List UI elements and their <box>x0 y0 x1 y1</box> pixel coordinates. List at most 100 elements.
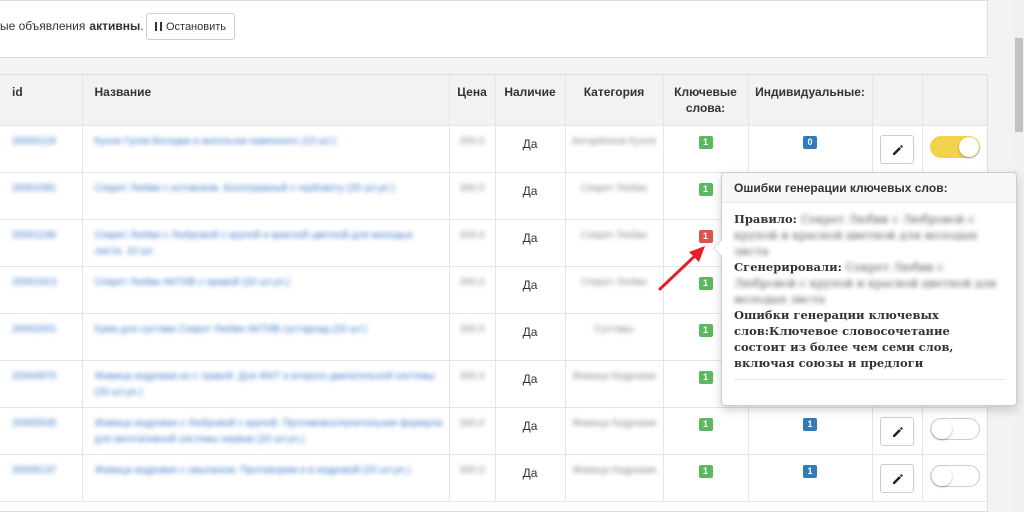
header-toggle <box>922 75 987 126</box>
stop-button[interactable]: Остановить <box>146 13 235 40</box>
active-toggle[interactable] <box>930 464 980 487</box>
popover-generated: Сгенерировали: Секрет Любви с Любровой с… <box>734 259 1004 307</box>
edit-button[interactable] <box>880 134 914 164</box>
row-category: Ангарбском Кухня <box>572 135 656 147</box>
row-id-link[interactable]: 20005137 <box>12 463 76 479</box>
popover-divider <box>734 379 1004 380</box>
popover-generated-label: Сгенерировали: <box>734 260 842 274</box>
row-stock: Да <box>522 277 538 292</box>
cell-id: 20005137 <box>0 454 83 502</box>
cell-category: Суставы <box>565 313 664 361</box>
pause-icon <box>154 22 162 31</box>
row-name-link[interactable]: Кума для сустава Секрет Любви АКТИВ суст… <box>95 322 443 338</box>
cell-stock: Да <box>495 360 566 408</box>
row-price: 300.0 <box>459 276 485 288</box>
keywords-badge[interactable]: 1 <box>698 370 713 384</box>
cell-keywords: 1 <box>663 454 749 502</box>
cell-stock: Да <box>495 172 566 220</box>
cell-id: 20004975 <box>0 360 83 408</box>
cell-keywords: 1 <box>663 407 749 455</box>
row-name-link[interactable]: Секрет Любви АКТИВ с правой (20 шт.уп.) <box>95 275 443 291</box>
row-stock: Да <box>522 136 538 151</box>
header-price[interactable]: Цена <box>449 75 496 126</box>
row-price: 300.0 <box>459 182 485 194</box>
row-id-link[interactable]: 20004975 <box>12 369 76 385</box>
row-name-link[interactable]: Живица кедровая из с травой. Для ЖКТ и в… <box>95 369 443 401</box>
scrollbar-thumb[interactable] <box>1015 38 1023 132</box>
row-name-link[interactable]: Живица кедровая с Любровой с крупой. Про… <box>95 416 443 448</box>
row-stock: Да <box>522 324 538 339</box>
header-stock[interactable]: Наличие <box>495 75 566 126</box>
cell-individual: 0 <box>748 125 873 173</box>
keywords-badge[interactable]: 1 <box>698 323 713 337</box>
cell-category: Живица Кедровая <box>565 360 664 408</box>
keywords-badge[interactable]: 1 <box>698 464 713 478</box>
popover-errors: Ошибки генерации ключевых слов:Ключевое … <box>734 307 1004 371</box>
table-row: 20005137 Живица кедровая с овыпаном. Прот… <box>0 454 987 502</box>
toggle-knob <box>932 465 952 486</box>
pencil-icon <box>893 473 903 484</box>
row-category: Живица Кедровая <box>571 370 657 382</box>
row-stock: Да <box>522 371 538 386</box>
cell-stock: Да <box>495 125 566 173</box>
row-name-link[interactable]: Живица кедровая с овыпаном. Противорим и… <box>95 463 443 479</box>
row-id-link[interactable]: 20001081 <box>12 181 76 197</box>
cell-price: 300.0 <box>449 172 496 220</box>
row-name-link[interactable]: Кухня Гусев Беседки и ангельски каменног… <box>95 134 443 150</box>
cell-individual: 1 <box>748 407 873 455</box>
header-id[interactable]: id <box>0 75 83 126</box>
active-toggle[interactable] <box>930 135 980 158</box>
stop-button-label: Остановить <box>165 20 227 33</box>
cell-toggle <box>922 125 987 173</box>
row-id-link[interactable]: 20002001 <box>12 322 76 338</box>
individual-badge[interactable]: 0 <box>803 135 817 149</box>
cell-price: 200.0 <box>449 219 496 267</box>
row-id-link[interactable]: 20000118 <box>12 134 76 150</box>
row-id-link[interactable]: 20005535 <box>12 416 76 432</box>
cell-stock: Да <box>495 266 566 314</box>
header-individual[interactable]: Индивидуальные: <box>748 75 873 126</box>
cell-keywords: 1 <box>663 125 749 173</box>
keyword-errors-popover: Ошибки генерации ключевых слов: Правило:… <box>713 172 1017 406</box>
table-row: 20005535 Живица кедровая с Любровой с кру… <box>0 407 987 455</box>
keywords-badge[interactable]: 1 <box>698 135 713 149</box>
row-category: Живица Кедровая <box>571 464 657 476</box>
row-price: 300.0 <box>459 323 485 335</box>
keywords-badge[interactable]: 1 <box>698 182 713 196</box>
popover-arrow <box>713 239 722 257</box>
header-keywords[interactable]: Ключевые слова: <box>663 75 749 126</box>
cell-price: 300.0 <box>449 266 496 314</box>
cell-id: 20002001 <box>0 313 83 361</box>
edit-button[interactable] <box>880 463 914 493</box>
row-id-link[interactable]: 20001198 <box>12 228 76 244</box>
cell-category: Живица Кедровая <box>565 407 664 455</box>
row-name-link[interactable]: Секрет Любви с Любровой с крупой и красн… <box>95 228 443 260</box>
edit-button[interactable] <box>880 416 914 446</box>
header-edit <box>872 75 923 126</box>
individual-badge[interactable]: 1 <box>803 464 817 478</box>
header-name[interactable]: Название <box>82 75 450 126</box>
cell-toggle <box>922 454 987 502</box>
cell-name: Секрет Любви АКТИВ с правой (20 шт.уп.) <box>82 266 450 314</box>
cell-id: 20001198 <box>0 219 83 267</box>
keywords-badge[interactable]: 1 <box>698 417 713 431</box>
cell-category: Секрет Любви <box>565 172 664 220</box>
cell-name: Живица кедровая с Любровой с крупой. Про… <box>82 407 450 455</box>
cell-toggle <box>922 407 987 455</box>
header-category[interactable]: Категория <box>565 75 664 126</box>
cell-price: 300.0 <box>449 454 496 502</box>
status-text: ые объявления активны. <box>0 19 144 33</box>
pencil-icon <box>893 144 903 155</box>
row-price: 300.0 <box>459 417 485 429</box>
row-category: Секрет Любви <box>581 229 647 241</box>
row-category: Суставы <box>594 323 634 335</box>
active-toggle[interactable] <box>930 417 980 440</box>
cell-stock: Да <box>495 454 566 502</box>
row-id-link[interactable]: 20001913 <box>12 275 76 291</box>
row-stock: Да <box>522 230 538 245</box>
individual-badge[interactable]: 1 <box>803 417 817 431</box>
cell-edit <box>872 454 923 502</box>
row-name-link[interactable]: Секрет Любви с котовском. Болотражный с … <box>95 181 443 197</box>
popover-rule-label: Правило: <box>734 212 797 226</box>
cell-id: 20001081 <box>0 172 83 220</box>
